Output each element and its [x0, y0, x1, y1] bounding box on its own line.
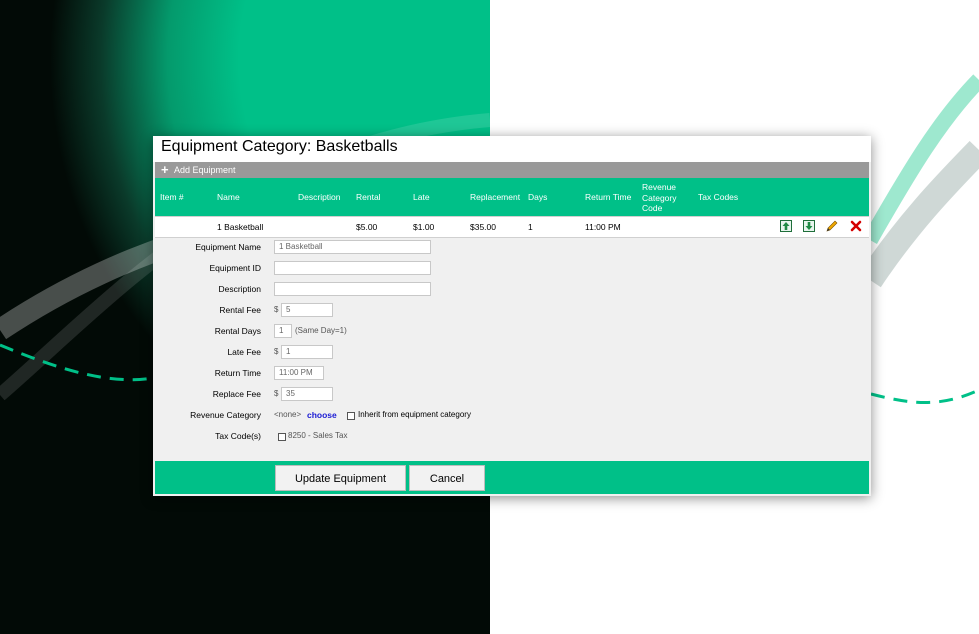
choose-link[interactable]: choose: [307, 410, 337, 420]
dialog-title-bar: Equipment Category: Basketballs: [153, 136, 871, 162]
rental-days-note: (Same Day=1): [295, 326, 347, 335]
header-revenue-category-code: Revenue Category Code: [642, 182, 677, 214]
equipment-name-input[interactable]: 1 Basketball: [274, 240, 431, 254]
cell-replacement: $35.00: [470, 222, 496, 232]
rental-days-input[interactable]: 1: [274, 324, 292, 338]
add-equipment-bar[interactable]: + Add Equipment: [155, 162, 869, 178]
return-time-label: Return Time: [214, 368, 261, 378]
rental-days-label: Rental Days: [214, 326, 261, 336]
move-up-icon[interactable]: [780, 220, 792, 232]
cancel-button[interactable]: Cancel: [409, 465, 485, 491]
description-input[interactable]: [274, 282, 431, 296]
rental-fee-input[interactable]: 5: [281, 303, 333, 317]
equipment-name-label: Equipment Name: [195, 242, 261, 252]
edit-pencil-icon[interactable]: [826, 220, 838, 232]
revenue-category-label: Revenue Category: [190, 410, 261, 420]
header-tax-codes: Tax Codes: [698, 192, 739, 202]
dialog-footer: Update Equipment Cancel: [155, 461, 869, 494]
table-row[interactable]: 1 Basketball $5.00 $1.00 $35.00 1 11:00 …: [155, 216, 869, 238]
edit-equipment-form: Equipment Name 1 Basketball Equipment ID…: [153, 237, 871, 461]
replace-fee-input[interactable]: 35: [281, 387, 333, 401]
inherit-label: Inherit from equipment category: [358, 410, 471, 419]
cell-rental: $5.00: [356, 222, 378, 232]
header-return-time: Return Time: [585, 192, 632, 202]
header-late: Late: [413, 192, 430, 202]
return-time-input[interactable]: 11:00 PM: [274, 366, 324, 380]
cell-late: $1.00: [413, 222, 435, 232]
late-fee-label: Late Fee: [227, 347, 261, 357]
replace-fee-currency: $: [274, 389, 279, 398]
cell-name: 1 Basketball: [217, 222, 264, 232]
late-fee-currency: $: [274, 347, 279, 356]
update-equipment-button[interactable]: Update Equipment: [275, 465, 406, 491]
rental-fee-label: Rental Fee: [219, 305, 261, 315]
cell-return-time: 11:00 PM: [585, 222, 621, 232]
header-revenue-line1: Revenue: [642, 182, 677, 192]
cell-days: 1: [528, 222, 533, 232]
delete-x-icon[interactable]: [850, 220, 862, 232]
header-days: Days: [528, 192, 548, 202]
equipment-id-label: Equipment ID: [209, 263, 262, 273]
equipment-id-input[interactable]: [274, 261, 431, 275]
description-label: Description: [218, 284, 261, 294]
header-rental: Rental: [356, 192, 381, 202]
header-revenue-line2: Category: [642, 192, 677, 203]
inherit-checkbox[interactable]: [347, 412, 355, 420]
replace-fee-label: Replace Fee: [212, 389, 261, 399]
tax-code-checkbox[interactable]: [278, 433, 286, 441]
header-item: Item #: [160, 192, 184, 202]
revenue-category-value: <none>: [274, 410, 302, 419]
equipment-dialog: Equipment Category: Basketballs + Add Eq…: [153, 136, 871, 496]
tax-codes-label: Tax Code(s): [215, 431, 261, 441]
move-down-icon[interactable]: [803, 220, 815, 232]
header-description: Description: [298, 192, 341, 202]
late-fee-input[interactable]: 1: [281, 345, 333, 359]
header-replacement: Replacement: [470, 192, 521, 202]
plus-icon: +: [161, 162, 169, 177]
tax-code-option-label: 8250 - Sales Tax: [288, 431, 348, 440]
add-equipment-label[interactable]: Add Equipment: [174, 165, 236, 175]
table-header: Item # Name Description Rental Late Repl…: [155, 178, 869, 216]
page-title: Equipment Category: Basketballs: [161, 138, 398, 155]
header-name: Name: [217, 192, 240, 202]
header-revenue-line3: Code: [642, 203, 663, 213]
rental-fee-currency: $: [274, 305, 279, 314]
